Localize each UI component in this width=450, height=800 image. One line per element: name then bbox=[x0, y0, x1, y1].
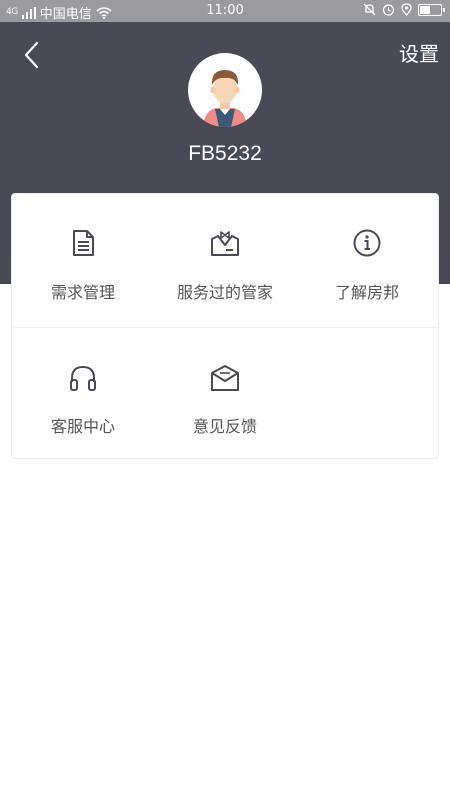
menu-label-served-butlers: 服务过的管家 bbox=[176, 283, 273, 302]
battery-level bbox=[420, 5, 430, 14]
menu-item-served-butlers[interactable]: 服务过的管家 bbox=[154, 194, 296, 327]
status-right bbox=[363, 3, 445, 16]
alarm-icon bbox=[382, 4, 395, 16]
document-icon bbox=[73, 230, 94, 256]
status-bar: 4G 中国电信 11:00 bbox=[0, 0, 450, 22]
menu-item-customer-service[interactable]: 客服中心 bbox=[12, 327, 154, 460]
menu-label-requirements: 需求管理 bbox=[50, 283, 115, 302]
chevron-left-icon bbox=[24, 41, 39, 69]
menu-label-feedback: 意见反馈 bbox=[192, 417, 257, 436]
menu-label-about: 了解房邦 bbox=[334, 283, 399, 302]
username: FB5232 bbox=[188, 142, 262, 165]
menu-item-requirements[interactable]: 需求管理 bbox=[12, 194, 154, 327]
menu-item-feedback[interactable]: 意见反馈 bbox=[154, 327, 296, 460]
battery-icon bbox=[418, 3, 445, 16]
headphones-icon bbox=[70, 365, 96, 391]
info-icon bbox=[353, 229, 381, 257]
menu-item-about[interactable]: 了解房邦 bbox=[296, 194, 438, 327]
back-button[interactable] bbox=[20, 40, 46, 70]
menu-card: 需求管理 服务过的管家 了解房邦 客服中心 意见反馈 bbox=[11, 193, 439, 459]
menu-label-customer-service: 客服中心 bbox=[50, 417, 115, 436]
mute-icon bbox=[363, 3, 376, 16]
avatar-illustration bbox=[203, 70, 247, 127]
mail-icon bbox=[211, 365, 239, 391]
location-icon bbox=[401, 3, 412, 16]
avatar[interactable] bbox=[188, 53, 262, 127]
settings-button[interactable]: 设置 bbox=[399, 38, 439, 67]
butler-icon bbox=[211, 231, 239, 256]
